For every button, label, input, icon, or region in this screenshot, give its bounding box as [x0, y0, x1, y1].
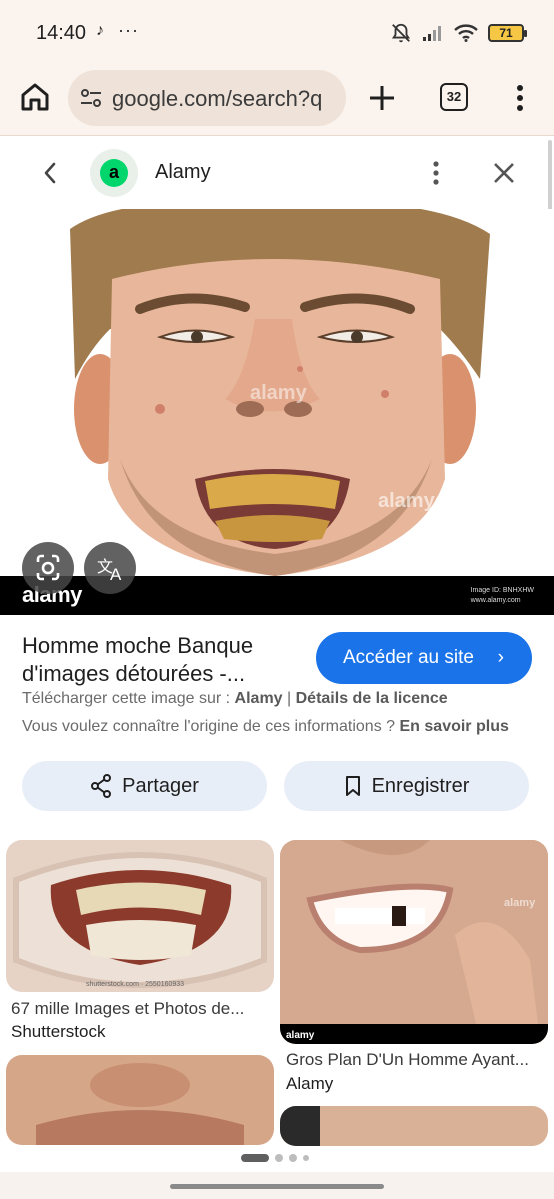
translate-button[interactable]: 文A	[84, 542, 136, 594]
more-vert-icon[interactable]	[510, 82, 530, 114]
status-icons: 71	[390, 22, 527, 44]
status-time: 14:40	[36, 22, 87, 44]
alamy-watermark: alamy	[504, 897, 536, 909]
image-panel-header: a Alamy	[0, 137, 554, 209]
site-name[interactable]: Alamy	[155, 161, 211, 184]
more-vert-icon[interactable]	[426, 159, 446, 187]
gesture-handle[interactable]	[170, 1184, 384, 1189]
chevron-right-icon: ›	[497, 647, 504, 668]
close-icon[interactable]	[490, 159, 518, 187]
pager-dot	[289, 1154, 297, 1162]
visit-site-button[interactable]: Accéder au site ›	[316, 632, 532, 684]
mute-icon	[391, 23, 411, 43]
result-title-line1: Homme moche Banque	[22, 633, 254, 658]
related-result-card[interactable]: alamy alamy	[280, 840, 548, 1044]
related-caption[interactable]: 67 mille Images et Photos de...	[11, 999, 271, 1019]
chevron-left-icon[interactable]	[38, 159, 62, 187]
tab-switcher-button[interactable]: 32	[440, 83, 468, 111]
translate-icon: 文A	[97, 557, 122, 584]
pager-dot	[303, 1155, 309, 1161]
signal-icon	[423, 26, 441, 41]
browser-toolbar: google.com/search?q 32	[0, 64, 554, 136]
watermark-url-text: www.alamy.com	[470, 597, 521, 604]
related-image: shutterstock.com · 2550160933	[6, 840, 274, 992]
share-label: Partager	[122, 774, 199, 797]
tiktok-notification-icon: ♪	[96, 22, 104, 39]
wifi-icon	[454, 24, 478, 42]
home-icon[interactable]	[18, 80, 52, 114]
related-result-card[interactable]: shutterstock.com · 2550160933	[6, 840, 274, 992]
site-favicon: a	[90, 149, 138, 197]
more-notifications-icon: ···	[118, 20, 139, 40]
share-icon	[91, 774, 112, 798]
download-line: Télécharger cette image sur : Alamy | Dé…	[22, 690, 448, 708]
svg-text:alamy: alamy	[378, 490, 436, 512]
shutterstock-watermark: shutterstock.com · 2550160933	[86, 981, 184, 988]
share-button[interactable]: Partager	[22, 761, 267, 811]
save-button[interactable]: Enregistrer	[284, 761, 529, 811]
pager-dot	[275, 1154, 283, 1162]
lens-button[interactable]	[22, 542, 74, 594]
alamy-logo-icon: a	[100, 159, 128, 187]
visit-site-label: Accéder au site	[343, 647, 474, 668]
watermark-image-id: Image ID: BNHXHW www.alamy.com	[471, 586, 534, 606]
google-lens-icon	[36, 554, 60, 581]
origin-line: Vous voulez connaître l'origine de ces i…	[22, 718, 509, 736]
result-title-line2: d'images détourées -...	[22, 661, 246, 686]
related-image	[280, 1106, 548, 1146]
tune-icon[interactable]	[80, 88, 102, 108]
face-photo: alamy alamy	[0, 209, 554, 576]
watermark-id-text: Image ID: BNHXHW	[470, 587, 534, 594]
learn-more-link[interactable]: En savoir plus	[400, 718, 509, 735]
result-title[interactable]: Homme moche Banque d'images détourées -.…	[22, 632, 292, 688]
origin-question: Vous voulez connaître l'origine de ces i…	[22, 718, 400, 735]
related-source: Shutterstock	[11, 1022, 106, 1041]
related-image	[6, 1055, 274, 1145]
svg-text:alamy: alamy	[250, 382, 308, 404]
url-text: google.com/search?q	[112, 86, 323, 111]
download-separator: |	[282, 690, 296, 707]
save-label: Enregistrer	[371, 774, 470, 797]
battery-indicator: 71	[488, 24, 527, 42]
license-details-link[interactable]: Détails de la licence	[296, 690, 448, 707]
download-prefix: Télécharger cette image sur :	[22, 690, 235, 707]
pager-dot-active	[241, 1154, 269, 1162]
alamy-watermark-bar: alamy	[286, 1030, 315, 1041]
related-caption[interactable]: Gros Plan D'Un Homme Ayant...	[286, 1050, 546, 1070]
svg-text:A: A	[110, 565, 122, 584]
related-image: alamy alamy	[280, 840, 548, 1044]
bookmark-icon	[345, 776, 360, 796]
download-site-link[interactable]: Alamy	[235, 690, 283, 707]
address-bar[interactable]: google.com/search?q	[68, 70, 346, 126]
image-pager[interactable]	[241, 1154, 309, 1162]
plus-icon[interactable]	[366, 82, 398, 114]
related-source: Alamy	[286, 1074, 334, 1093]
related-result-card[interactable]	[280, 1106, 548, 1146]
status-bar: 14:40 ♪ ··· 71	[0, 0, 554, 64]
related-result-card[interactable]	[6, 1055, 274, 1145]
